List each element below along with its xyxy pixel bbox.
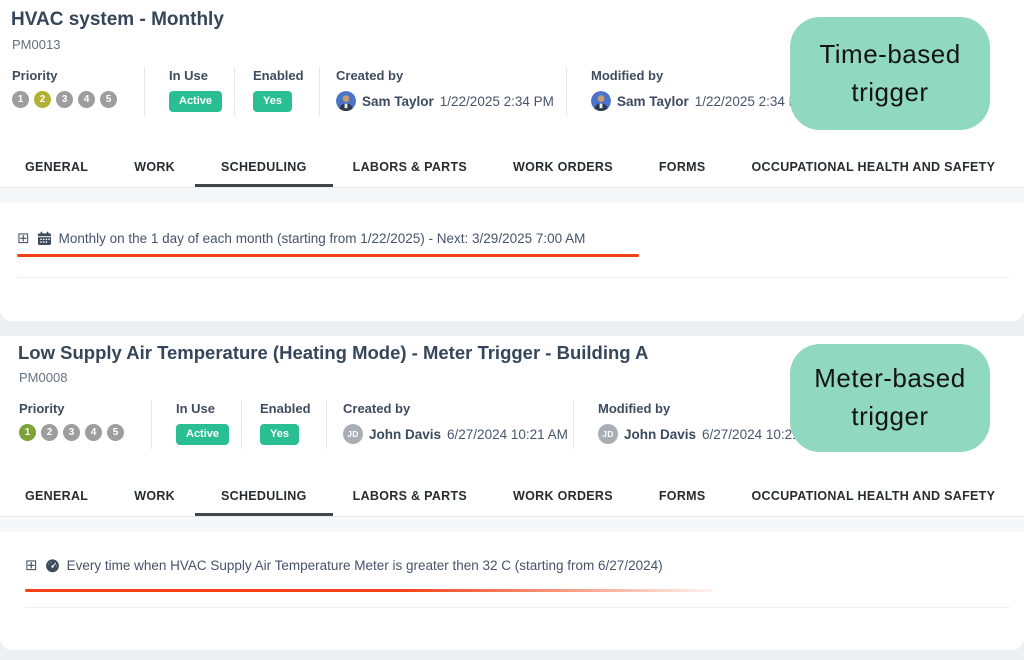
- meter-based-trigger-callout: Meter-based trigger: [790, 344, 990, 452]
- time-based-trigger-callout: Time-based trigger: [790, 17, 990, 130]
- user-avatar: [336, 91, 356, 111]
- created-by-field: Created by Sam Taylor 1/22/2025 2:34 PM: [336, 68, 554, 111]
- gauge-icon: [45, 558, 60, 573]
- in-use-badge: Active: [169, 91, 222, 112]
- in-use-label: In Use: [169, 68, 222, 84]
- priority-pill-5[interactable]: 5: [100, 91, 117, 108]
- tab-work[interactable]: WORK: [134, 150, 175, 187]
- priority-field: Priority 1 2 3 4 5: [12, 68, 117, 108]
- enabled-label: Enabled: [260, 401, 311, 417]
- tab-occupational-health-safety[interactable]: OCCUPATIONAL HEALTH AND SAFETY: [752, 479, 996, 516]
- in-use-label: In Use: [176, 401, 229, 417]
- pm-code: PM0013: [12, 37, 60, 52]
- pm-code: PM0008: [19, 370, 67, 385]
- in-use-badge: Active: [176, 424, 229, 445]
- content-gap: [0, 517, 1024, 532]
- created-by-label: Created by: [336, 68, 554, 84]
- enabled-badge: Yes: [260, 424, 299, 445]
- priority-label: Priority: [12, 68, 117, 84]
- created-by-person: Sam Taylor 1/22/2025 2:34 PM: [336, 91, 554, 111]
- in-use-field: In Use Active: [176, 401, 229, 445]
- schedule-description: Monthly on the 1 day of each month (star…: [59, 231, 586, 246]
- priority-pill-3[interactable]: 3: [56, 91, 73, 108]
- created-by-field: Created by JD John Davis 6/27/2024 10:21…: [343, 401, 568, 444]
- priority-pill-4[interactable]: 4: [85, 424, 102, 441]
- modified-by-name: Sam Taylor: [617, 94, 689, 109]
- tab-occupational-health-safety[interactable]: OCCUPATIONAL HEALTH AND SAFETY: [752, 150, 996, 187]
- row-divider: [25, 607, 1010, 608]
- modified-by-label: Modified by: [591, 68, 809, 84]
- user-avatar-initials: JD: [343, 424, 363, 444]
- annotation-underline-meter: [25, 589, 713, 592]
- created-by-datetime: 1/22/2025 2:34 PM: [440, 94, 554, 109]
- created-by-datetime: 6/27/2024 10:21 AM: [447, 427, 568, 442]
- divider: [326, 400, 327, 449]
- tab-general[interactable]: GENERAL: [25, 479, 88, 516]
- priority-pill-4[interactable]: 4: [78, 91, 95, 108]
- expand-icon[interactable]: ⊞: [25, 558, 38, 573]
- user-avatar: [591, 91, 611, 111]
- priority-pill-2[interactable]: 2: [41, 424, 58, 441]
- page: { "page": {"background": "#edeff2", "acc…: [0, 0, 1024, 660]
- divider: [241, 400, 242, 449]
- divider: [234, 67, 235, 116]
- row-divider: [17, 277, 1010, 278]
- tab-work[interactable]: WORK: [134, 479, 175, 516]
- callout-line: trigger: [851, 74, 928, 112]
- created-by-label: Created by: [343, 401, 568, 417]
- tab-work-orders[interactable]: WORK ORDERS: [513, 150, 613, 187]
- expand-icon[interactable]: ⊞: [17, 231, 30, 246]
- in-use-field: In Use Active: [169, 68, 222, 112]
- priority-pill-1[interactable]: 1: [19, 424, 36, 441]
- schedule-description: Every time when HVAC Supply Air Temperat…: [67, 558, 663, 573]
- modified-by-name: John Davis: [624, 427, 696, 442]
- priority-label: Priority: [19, 401, 124, 417]
- created-by-name: John Davis: [369, 427, 441, 442]
- priority-pill-1[interactable]: 1: [12, 91, 29, 108]
- priority-pill-3[interactable]: 3: [63, 424, 80, 441]
- tab-labors-parts[interactable]: LABORS & PARTS: [353, 150, 467, 187]
- created-by-name: Sam Taylor: [362, 94, 434, 109]
- enabled-badge: Yes: [253, 91, 292, 112]
- modified-by-person: JD John Davis 6/27/2024 10:21 AM: [598, 424, 823, 444]
- record-tabs: GENERAL WORK SCHEDULING LABORS & PARTS W…: [25, 150, 1024, 187]
- schedule-row[interactable]: ⊞ Monthly on the 1 day of each month (st…: [17, 231, 585, 246]
- priority-selector: 1 2 3 4 5: [19, 424, 124, 441]
- divider: [573, 400, 574, 449]
- priority-field: Priority 1 2 3 4 5: [19, 401, 124, 441]
- divider: [151, 400, 152, 449]
- content-gap: [0, 188, 1024, 203]
- enabled-label: Enabled: [253, 68, 304, 84]
- modified-by-person: Sam Taylor 1/22/2025 2:34 PM: [591, 91, 809, 111]
- tab-labors-parts[interactable]: LABORS & PARTS: [353, 479, 467, 516]
- annotation-underline-time: [17, 254, 639, 257]
- tab-scheduling[interactable]: SCHEDULING: [195, 150, 333, 187]
- created-by-person: JD John Davis 6/27/2024 10:21 AM: [343, 424, 568, 444]
- enabled-field: Enabled Yes: [253, 68, 304, 112]
- modified-by-field: Modified by Sam Taylor 1/22/2025 2:34 PM: [591, 68, 809, 111]
- user-avatar-initials: JD: [598, 424, 618, 444]
- priority-pill-5[interactable]: 5: [107, 424, 124, 441]
- calendar-icon: [37, 231, 52, 246]
- tab-forms[interactable]: FORMS: [659, 479, 706, 516]
- schedule-row[interactable]: ⊞ Every time when HVAC Supply Air Temper…: [25, 558, 663, 573]
- callout-line: trigger: [851, 398, 928, 436]
- priority-selector: 1 2 3 4 5: [12, 91, 117, 108]
- tab-work-orders[interactable]: WORK ORDERS: [513, 479, 613, 516]
- page-title: Low Supply Air Temperature (Heating Mode…: [18, 342, 648, 364]
- divider: [566, 67, 567, 116]
- tab-forms[interactable]: FORMS: [659, 150, 706, 187]
- page-title: HVAC system - Monthly: [11, 9, 224, 31]
- priority-pill-2[interactable]: 2: [34, 91, 51, 108]
- callout-line: Meter-based: [814, 360, 965, 398]
- tab-general[interactable]: GENERAL: [25, 150, 88, 187]
- enabled-field: Enabled Yes: [260, 401, 311, 445]
- record-tabs: GENERAL WORK SCHEDULING LABORS & PARTS W…: [25, 479, 1024, 516]
- tab-scheduling[interactable]: SCHEDULING: [195, 479, 333, 516]
- divider: [144, 67, 145, 116]
- callout-line: Time-based: [819, 36, 960, 74]
- divider: [319, 67, 320, 116]
